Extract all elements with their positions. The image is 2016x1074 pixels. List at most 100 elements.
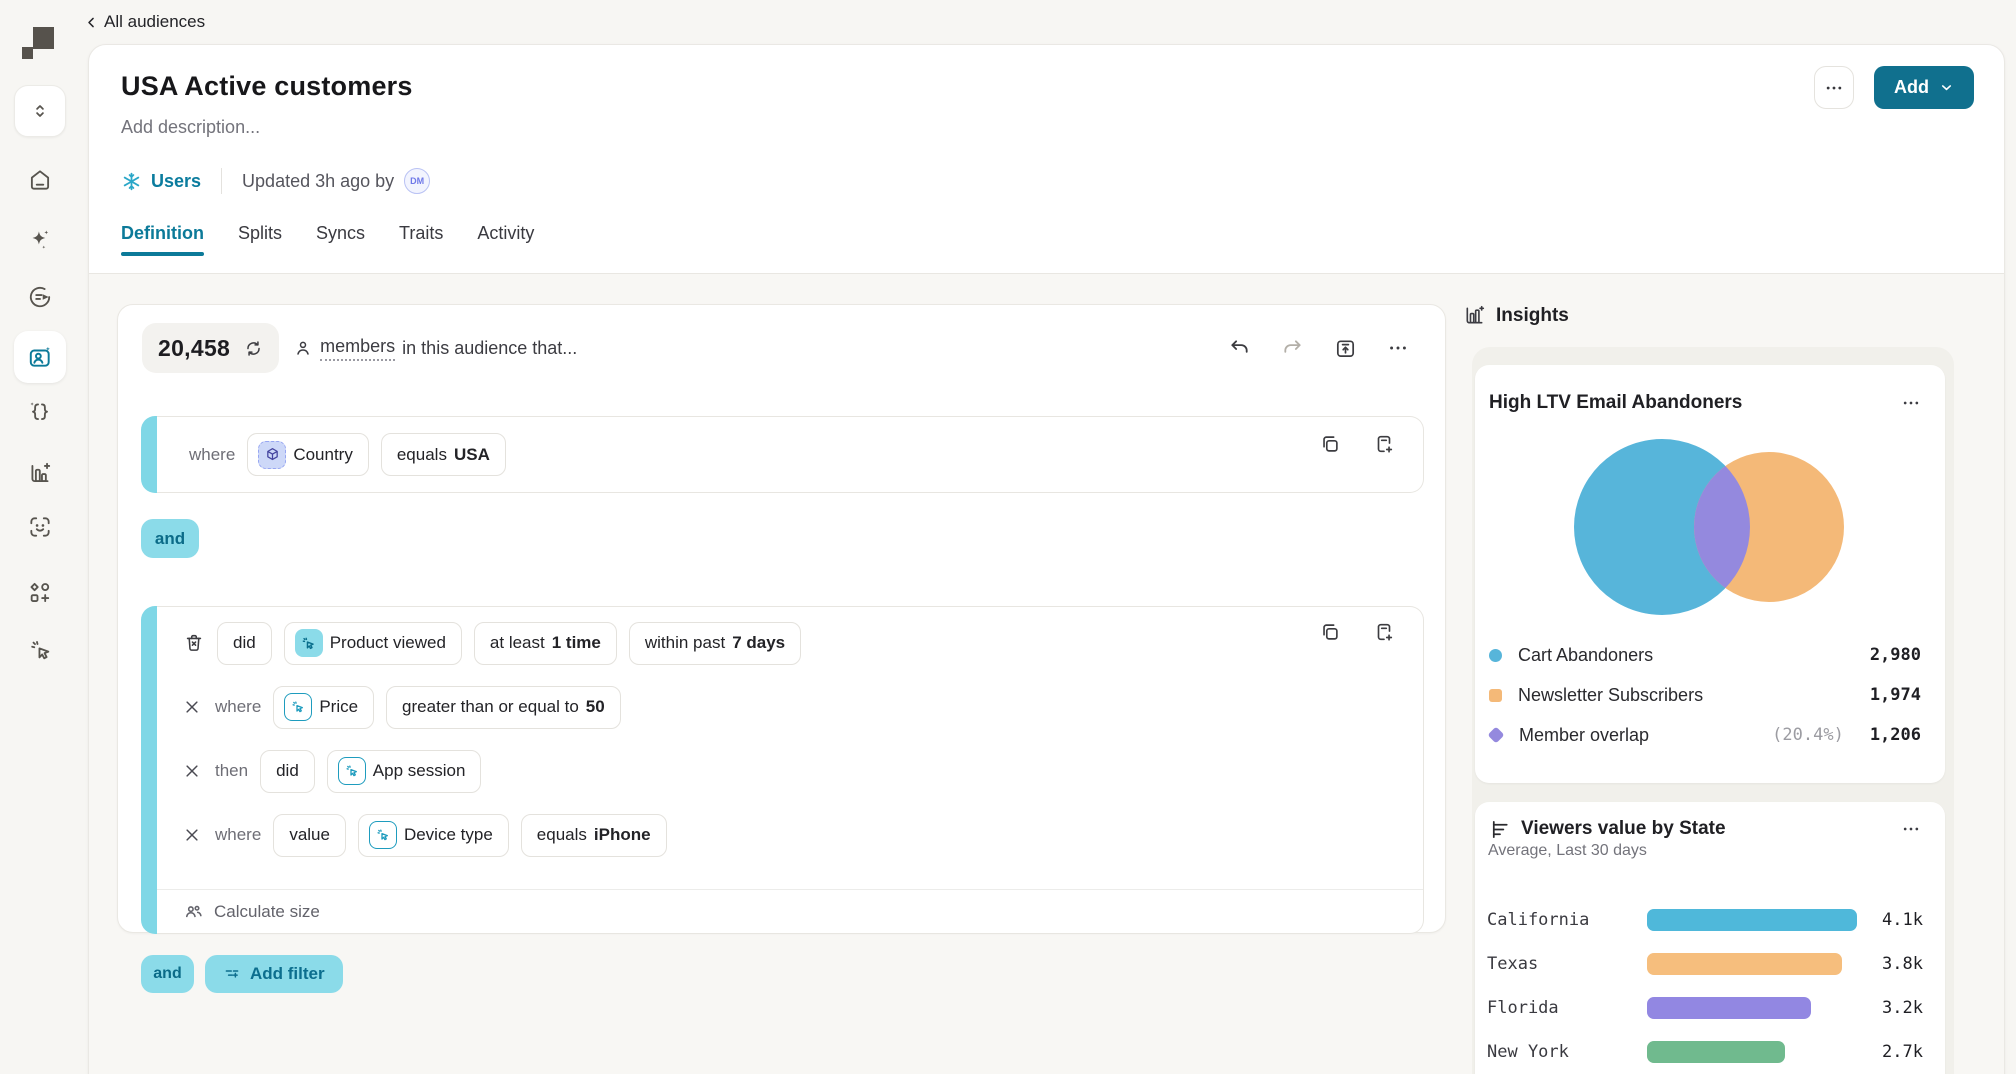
property-pill-device-type[interactable]: Device type: [358, 814, 509, 857]
condition-group-2: did Product viewed at least 1 time withi…: [141, 606, 1424, 934]
time-window-pill[interactable]: within past 7 days: [629, 622, 801, 665]
chevron-left-icon: [84, 15, 99, 30]
duplicate-icon[interactable]: [1319, 621, 1341, 643]
audience-suffix: in this audience that...: [402, 338, 577, 359]
members-link[interactable]: members: [320, 336, 395, 361]
tab-activity[interactable]: Activity: [477, 223, 534, 262]
header-more-button[interactable]: [1814, 66, 1854, 109]
value-pill[interactable]: value: [273, 814, 346, 857]
description-placeholder[interactable]: Add description...: [121, 117, 260, 138]
bar-category: New York: [1487, 1042, 1647, 1062]
insights-chart-icon: [1463, 304, 1486, 327]
keyword-where: where: [189, 445, 235, 465]
operator-pill-equals-iphone[interactable]: equals iPhone: [521, 814, 667, 857]
canvas-actions: [1228, 337, 1409, 360]
legend-percent: (20.4%): [1772, 725, 1844, 745]
divider: [221, 168, 222, 194]
refresh-icon[interactable]: [244, 339, 263, 358]
tab-splits[interactable]: Splits: [238, 223, 282, 262]
did-pill[interactable]: did: [260, 750, 315, 793]
bar: [1647, 909, 1857, 931]
bar-chart-plus-icon: [27, 460, 53, 486]
did-pill[interactable]: did: [217, 622, 272, 665]
bar: [1647, 953, 1842, 975]
ellipsis-icon: [1824, 78, 1844, 98]
sparkle-icon: [27, 227, 53, 253]
tab-syncs[interactable]: Syncs: [316, 223, 365, 262]
redo-icon[interactable]: [1281, 337, 1304, 360]
card-subtitle: Average, Last 30 days: [1488, 842, 1647, 860]
breadcrumb-label: All audiences: [104, 12, 205, 32]
tab-definition[interactable]: Definition: [121, 223, 204, 262]
sidebar-item-identity[interactable]: [14, 503, 66, 551]
remove-condition-icon[interactable]: [183, 762, 203, 780]
bar-category: Texas: [1487, 954, 1647, 974]
frequency-pill[interactable]: at least 1 time: [474, 622, 617, 665]
sidebar-item-events[interactable]: [14, 626, 66, 674]
legend-value: 1,206: [1870, 725, 1921, 745]
sidebar-item-functions[interactable]: [14, 388, 66, 436]
bar-track: [1647, 997, 1865, 1019]
face-scan-icon: [27, 514, 53, 540]
card-more-icon[interactable]: [1897, 815, 1925, 843]
sidebar-item-catalog[interactable]: [14, 569, 66, 617]
avatar: DM: [404, 168, 430, 194]
sidebar: [0, 0, 80, 1074]
condition-row-then: then did App session: [183, 749, 1423, 793]
property-pill-country[interactable]: Country: [247, 433, 369, 476]
condition-group-1: where Country equals USA: [141, 416, 1424, 493]
remove-condition-icon[interactable]: [183, 698, 203, 716]
sidebar-item-home[interactable]: [14, 156, 66, 204]
meta-row: Users Updated 3h ago by DM: [121, 165, 430, 197]
bar-track: [1647, 909, 1865, 931]
card-title: High LTV Email Abandoners: [1489, 392, 1742, 414]
member-count-pill: 20,458: [142, 323, 279, 373]
bar: [1647, 997, 1811, 1019]
entity-link[interactable]: Users: [121, 171, 201, 192]
bar-track: [1647, 953, 1865, 975]
sidebar-item-journeys[interactable]: [14, 273, 66, 321]
remove-condition-icon[interactable]: [183, 826, 203, 844]
sidebar-item-workspace-switcher[interactable]: [14, 85, 66, 137]
row-actions: [1319, 433, 1395, 455]
add-to-note-icon[interactable]: [1373, 433, 1395, 455]
add-to-note-icon[interactable]: [1373, 621, 1395, 643]
calculate-size-button[interactable]: Calculate size: [157, 889, 1423, 933]
sidebar-item-assistant[interactable]: [14, 216, 66, 264]
card-more-icon[interactable]: [1897, 389, 1925, 417]
connector-and[interactable]: and: [141, 955, 194, 993]
legend-label: Cart Abandoners: [1518, 645, 1653, 666]
more-icon[interactable]: [1387, 337, 1409, 359]
legend-row: Newsletter Subscribers 1,974: [1489, 675, 1921, 715]
sidebar-item-analytics[interactable]: [14, 449, 66, 497]
card-title: Viewers value by State: [1521, 818, 1726, 840]
save-template-icon[interactable]: [1334, 337, 1357, 360]
duplicate-icon[interactable]: [1319, 433, 1341, 455]
add-filter-button[interactable]: Add filter: [205, 955, 343, 993]
add-button[interactable]: Add: [1874, 66, 1974, 109]
bar-chart: California 4.1k Texas 3.8k Florida 3.2k …: [1487, 898, 1923, 1074]
person-card-icon: [27, 344, 53, 370]
filter-plus-icon: [223, 965, 241, 983]
event-pill-app-session[interactable]: App session: [327, 750, 482, 793]
condition-row-price: where Price greater than or equal to 50: [183, 685, 1423, 729]
bar-row: Texas 3.8k: [1487, 942, 1923, 986]
legend-label: Member overlap: [1519, 725, 1649, 746]
operator-pill-gte-50[interactable]: greater than or equal to 50: [386, 686, 621, 729]
sidebar-item-audiences[interactable]: [14, 331, 66, 383]
legend-label: Newsletter Subscribers: [1518, 685, 1703, 706]
trash-icon[interactable]: [183, 632, 205, 654]
breadcrumb[interactable]: All audiences: [84, 9, 205, 35]
bar: [1647, 1041, 1785, 1063]
card-header: Viewers value by State: [1489, 815, 1925, 843]
tab-traits[interactable]: Traits: [399, 223, 443, 262]
bar-category: California: [1487, 910, 1647, 930]
cube-icon: [258, 441, 286, 469]
connector-and[interactable]: and: [141, 519, 199, 558]
event-pill-product-viewed[interactable]: Product viewed: [284, 622, 462, 665]
undo-icon[interactable]: [1228, 337, 1251, 360]
property-pill-price[interactable]: Price: [273, 686, 374, 729]
operator-pill-equals-usa[interactable]: equals USA: [381, 433, 506, 476]
member-count: 20,458: [158, 335, 230, 362]
bar-row: New York 2.7k: [1487, 1030, 1923, 1074]
